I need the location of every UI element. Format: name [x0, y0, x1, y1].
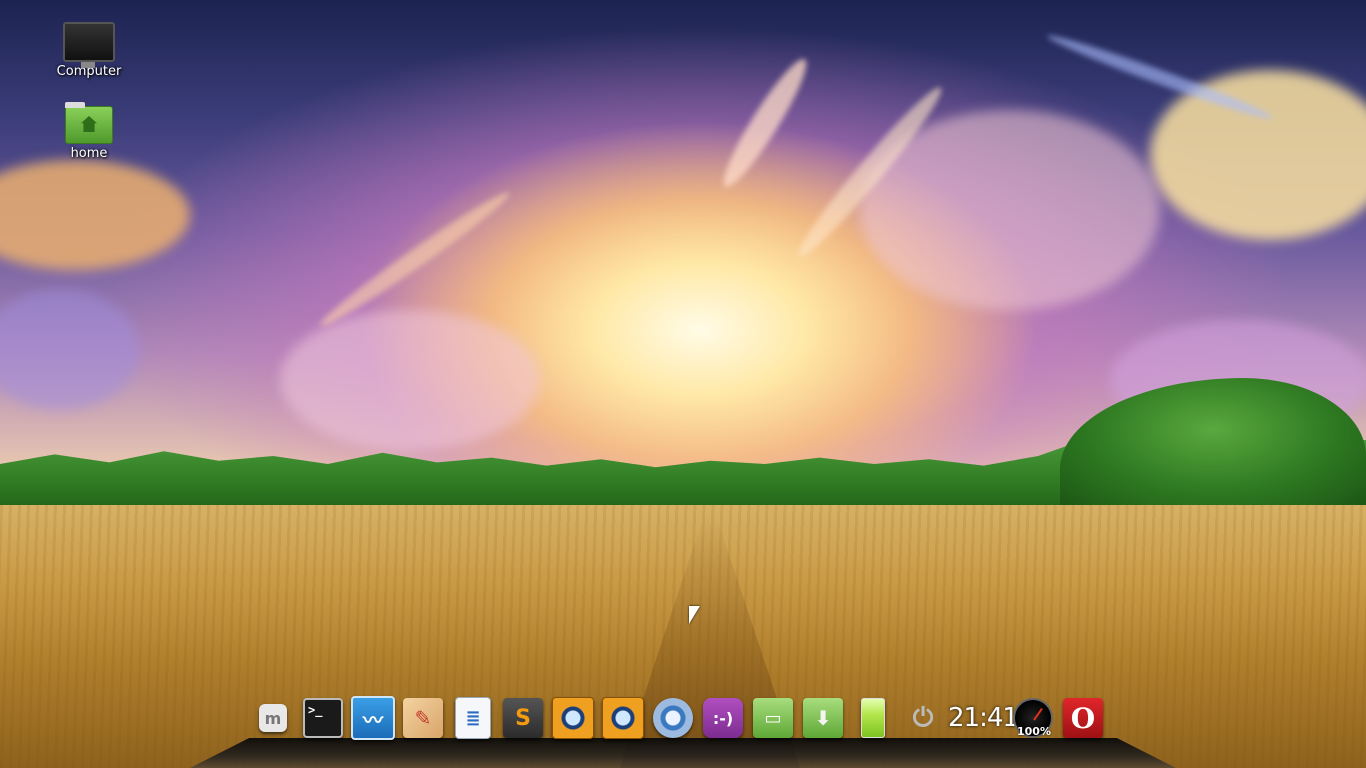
dock-item-sublime-text[interactable]: S: [498, 696, 548, 740]
eye-icon: [602, 697, 644, 739]
desktop-icon-home[interactable]: home: [44, 102, 134, 161]
computer-monitor-icon: [63, 22, 115, 68]
downloads-folder-icon: ⬇: [803, 698, 843, 738]
document-icon: ≣: [455, 697, 491, 739]
dock-shelf: [190, 738, 1176, 768]
desktop-icon-label: home: [70, 146, 108, 161]
terminal-icon: >_: [303, 698, 343, 738]
dock-item-eye-app-2[interactable]: [598, 696, 648, 740]
dock-item-mint-menu[interactable]: m: [248, 696, 298, 740]
paint-palette-icon: ✎: [403, 698, 443, 738]
dock-item-cpu-gauge[interactable]: 100%: [1008, 696, 1058, 740]
dock-item-eye-app-1[interactable]: [548, 696, 598, 740]
mouse-cursor-icon: [689, 606, 700, 624]
dock-item-system-monitor[interactable]: 〰: [348, 696, 398, 740]
dock-item-files[interactable]: ▭: [748, 696, 798, 740]
power-icon: ⏻: [912, 702, 934, 733]
home-folder-icon: [65, 102, 113, 144]
pidgin-chat-icon: :-): [703, 698, 743, 738]
gauge-icon: 100%: [1013, 698, 1053, 738]
dock-item-downloads[interactable]: ⬇: [798, 696, 848, 740]
dock-item-chromium[interactable]: [648, 696, 698, 740]
desktop-wallpaper: [0, 0, 1366, 768]
files-folder-icon: ▭: [753, 698, 793, 738]
cpu-gauge-label: 100%: [1017, 725, 1051, 738]
dock-item-paint[interactable]: ✎: [398, 696, 448, 740]
dock-item-terminal[interactable]: >_: [298, 696, 348, 740]
dock: m >_ 〰 ✎ ≣ S :-) ▭ ⬇ ⏻ 21:41 100% O: [248, 696, 1108, 740]
dock-clock[interactable]: 21:41: [948, 696, 1019, 740]
desktop-icon-computer[interactable]: Computer: [44, 22, 134, 79]
eye-icon: [552, 697, 594, 739]
dock-item-pidgin[interactable]: :-): [698, 696, 748, 740]
clock-text: 21:41: [948, 703, 1019, 733]
dock-item-power[interactable]: ⏻: [898, 696, 948, 740]
dock-item-battery[interactable]: [848, 696, 898, 740]
chromium-icon: [653, 698, 693, 738]
dock-item-writer[interactable]: ≣: [448, 696, 498, 740]
opera-icon: O: [1063, 698, 1103, 738]
mint-logo-icon: m: [259, 704, 287, 732]
battery-icon: [861, 698, 885, 738]
dock-item-opera[interactable]: O: [1058, 696, 1108, 740]
system-monitor-icon: 〰: [351, 696, 395, 740]
sublime-text-icon: S: [503, 698, 543, 738]
